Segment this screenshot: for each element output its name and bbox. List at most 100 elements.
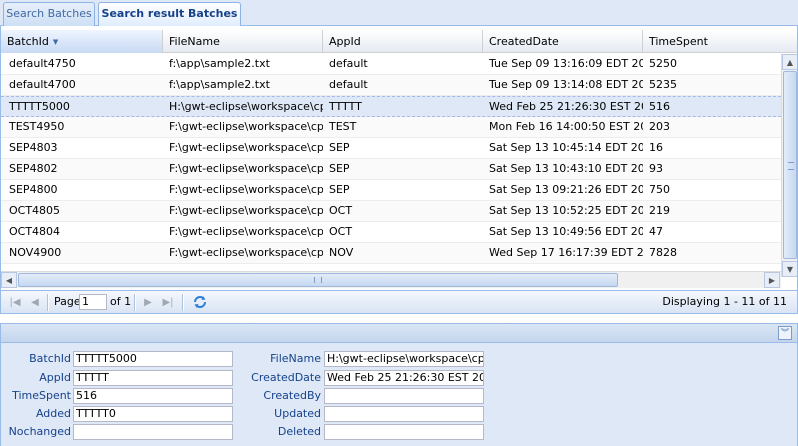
table-row[interactable]: SEP4802 F:\gwt-eclipse\workspace\cp... SEP… <box>1 159 781 180</box>
column-header-timespent[interactable]: TimeSpent <box>643 30 797 53</box>
field-label-nochanged: Nochanged <box>8 425 71 438</box>
table-cell: Sat Sep 13 10:49:56 EDT 2008 <box>489 225 643 238</box>
table-cell: F:\gwt-eclipse\workspace\cp... <box>169 183 323 196</box>
table-cell: Tue Sep 09 13:14:08 EDT 2008 <box>489 78 643 91</box>
detail-panel: BatchId TTTTT5000 AppId TTTTT TimeSpent … <box>0 343 798 446</box>
table-cell: Sat Sep 13 10:45:14 EDT 2008 <box>489 141 643 154</box>
separator <box>182 294 184 311</box>
table-cell: SEP4800 <box>9 183 58 196</box>
table-row[interactable]: NOV4900 F:\gwt-eclipse\workspace\cp... NOV… <box>1 243 781 264</box>
table-cell: TTTTT5000 <box>9 100 70 113</box>
table-cell: default <box>329 78 368 91</box>
field-label-deleted: Deleted <box>277 425 321 438</box>
table-cell: 93 <box>649 162 663 175</box>
table-cell: TTTTT <box>329 100 362 113</box>
tab-search-batches[interactable]: Search Batches <box>3 2 95 26</box>
column-header-batchid[interactable]: BatchId ▼ <box>1 30 163 53</box>
previous-page-icon[interactable]: ◀ <box>27 295 43 311</box>
next-page-icon[interactable]: ▶ <box>140 295 156 311</box>
scroll-left-icon[interactable]: ◀ <box>1 272 17 288</box>
table-cell: 16 <box>649 141 663 154</box>
page-count-label: of 1 <box>110 295 132 308</box>
nochanged-field[interactable] <box>73 424 233 440</box>
grid-header: BatchId ▼ FileName AppId CreatedDate Time… <box>1 30 797 53</box>
column-header-createddate[interactable]: CreatedDate <box>483 30 643 53</box>
table-cell: OCT <box>329 225 353 238</box>
tab-strip: Search Batches Search result Batches <box>0 0 798 27</box>
table-cell: H:\gwt-eclipse\workspace\cp... <box>169 100 323 113</box>
table-cell: Mon Feb 16 14:00:50 EST 2009 <box>489 120 643 133</box>
first-page-icon[interactable]: |◀ <box>7 295 23 311</box>
table-cell: F:\gwt-eclipse\workspace\cp... <box>169 162 323 175</box>
column-header-label: BatchId <box>7 35 49 48</box>
column-header-appid[interactable]: AppId <box>323 30 483 53</box>
table-cell: F:\gwt-eclipse\workspace\cp... <box>169 246 323 259</box>
table-cell: OCT4804 <box>9 225 61 238</box>
paging-toolbar: |◀ ◀ Page 1 of 1 ▶ ▶| Displaying 1 - 11 … <box>0 290 798 314</box>
column-header-filename[interactable]: FileName <box>163 30 323 53</box>
table-cell: 516 <box>649 100 670 113</box>
table-cell: Tue Sep 09 13:16:09 EDT 2008 <box>489 57 643 70</box>
table-cell: 47 <box>649 225 663 238</box>
field-label-createddate: CreatedDate <box>251 371 321 384</box>
table-row[interactable]: TEST4950 F:\gwt-eclipse\workspace\cp... TE… <box>1 117 781 138</box>
table-cell: default4750 <box>9 57 76 70</box>
timespent-field[interactable]: 516 <box>73 388 233 404</box>
updated-field[interactable] <box>324 406 484 422</box>
table-cell: default4700 <box>9 78 76 91</box>
table-row[interactable]: SEP4803 F:\gwt-eclipse\workspace\cp... SEP… <box>1 138 781 159</box>
added-field[interactable]: TTTTT0 <box>73 406 233 422</box>
vertical-scroll-thumb[interactable] <box>783 71 797 259</box>
detail-panel-header: ︾ <box>0 323 798 343</box>
table-cell: TEST4950 <box>9 120 65 133</box>
filename-field[interactable]: H:\gwt-eclipse\workspace\cp102 <box>324 351 484 367</box>
tab-search-result-batches[interactable]: Search result Batches <box>98 2 241 27</box>
table-cell: Sat Sep 13 10:43:10 EDT 2008 <box>489 162 643 175</box>
table-cell: F:\gwt-eclipse\workspace\cp... <box>169 120 323 133</box>
scroll-right-icon[interactable]: ▶ <box>764 272 780 288</box>
vertical-scrollbar[interactable]: ▲ ▼ <box>781 54 797 277</box>
table-cell: Sat Sep 13 10:52:25 EDT 2008 <box>489 204 643 217</box>
table-cell: OCT <box>329 204 353 217</box>
field-label-appid: AppId <box>39 371 71 384</box>
table-cell: SEP <box>329 162 350 175</box>
appid-field[interactable]: TTTTT <box>73 370 233 386</box>
table-cell: 5235 <box>649 78 677 91</box>
scroll-down-icon[interactable]: ▼ <box>782 261 797 277</box>
field-label-timespent: TimeSpent <box>12 389 71 402</box>
table-cell: SEP <box>329 141 350 154</box>
table-row[interactable]: OCT4804 F:\gwt-eclipse\workspace\cp... OCT… <box>1 222 781 243</box>
table-cell: Sat Sep 13 09:21:26 EDT 2008 <box>489 183 643 196</box>
createddate-field[interactable]: Wed Feb 25 21:26:30 EST 2009 <box>324 370 484 386</box>
batchid-field[interactable]: TTTTT5000 <box>73 351 233 367</box>
table-cell: f:\app\sample2.txt <box>169 78 270 91</box>
table-cell: OCT4805 <box>9 204 61 217</box>
grip-icon <box>314 277 322 283</box>
batches-grid: BatchId ▼ FileName AppId CreatedDate Time… <box>0 26 798 290</box>
table-row[interactable]: OCT4805 F:\gwt-eclipse\workspace\cp... OCT… <box>1 201 781 222</box>
scroll-up-icon[interactable]: ▲ <box>782 54 797 70</box>
display-count-text: Displaying 1 - 11 of 11 <box>662 295 787 308</box>
field-label-batchid: BatchId <box>29 352 71 365</box>
createdby-field[interactable] <box>324 388 484 404</box>
sort-descending-icon: ▼ <box>52 38 59 46</box>
horizontal-scrollbar[interactable]: ◀ ▶ <box>1 271 781 288</box>
grid-body: default4750 f:\app\sample2.txt default Tue … <box>1 54 781 276</box>
field-label-filename: FileName <box>270 352 321 365</box>
collapse-chevron-icon[interactable]: ︾ <box>778 326 792 340</box>
last-page-icon[interactable]: ▶| <box>160 295 176 311</box>
table-row[interactable]: SEP4800 F:\gwt-eclipse\workspace\cp... SEP… <box>1 180 781 201</box>
table-cell: Wed Feb 25 21:26:30 EST 2009 <box>489 100 643 113</box>
table-row[interactable]: default4750 f:\app\sample2.txt default Tue … <box>1 54 781 75</box>
table-cell: Wed Sep 17 16:17:39 EDT 2... <box>489 246 643 259</box>
table-cell: 7828 <box>649 246 677 259</box>
table-cell: 750 <box>649 183 670 196</box>
refresh-icon[interactable] <box>192 294 208 310</box>
table-row[interactable]: default4700 f:\app\sample2.txt default Tue … <box>1 75 781 96</box>
horizontal-scroll-thumb[interactable] <box>18 273 618 287</box>
table-cell: 5250 <box>649 57 677 70</box>
page-number-input[interactable]: 1 <box>79 294 107 310</box>
table-row[interactable]: TTTTT5000 H:\gwt-eclipse\workspace\cp... T… <box>1 96 781 117</box>
table-cell: F:\gwt-eclipse\workspace\cp... <box>169 204 323 217</box>
deleted-field[interactable] <box>324 424 484 440</box>
